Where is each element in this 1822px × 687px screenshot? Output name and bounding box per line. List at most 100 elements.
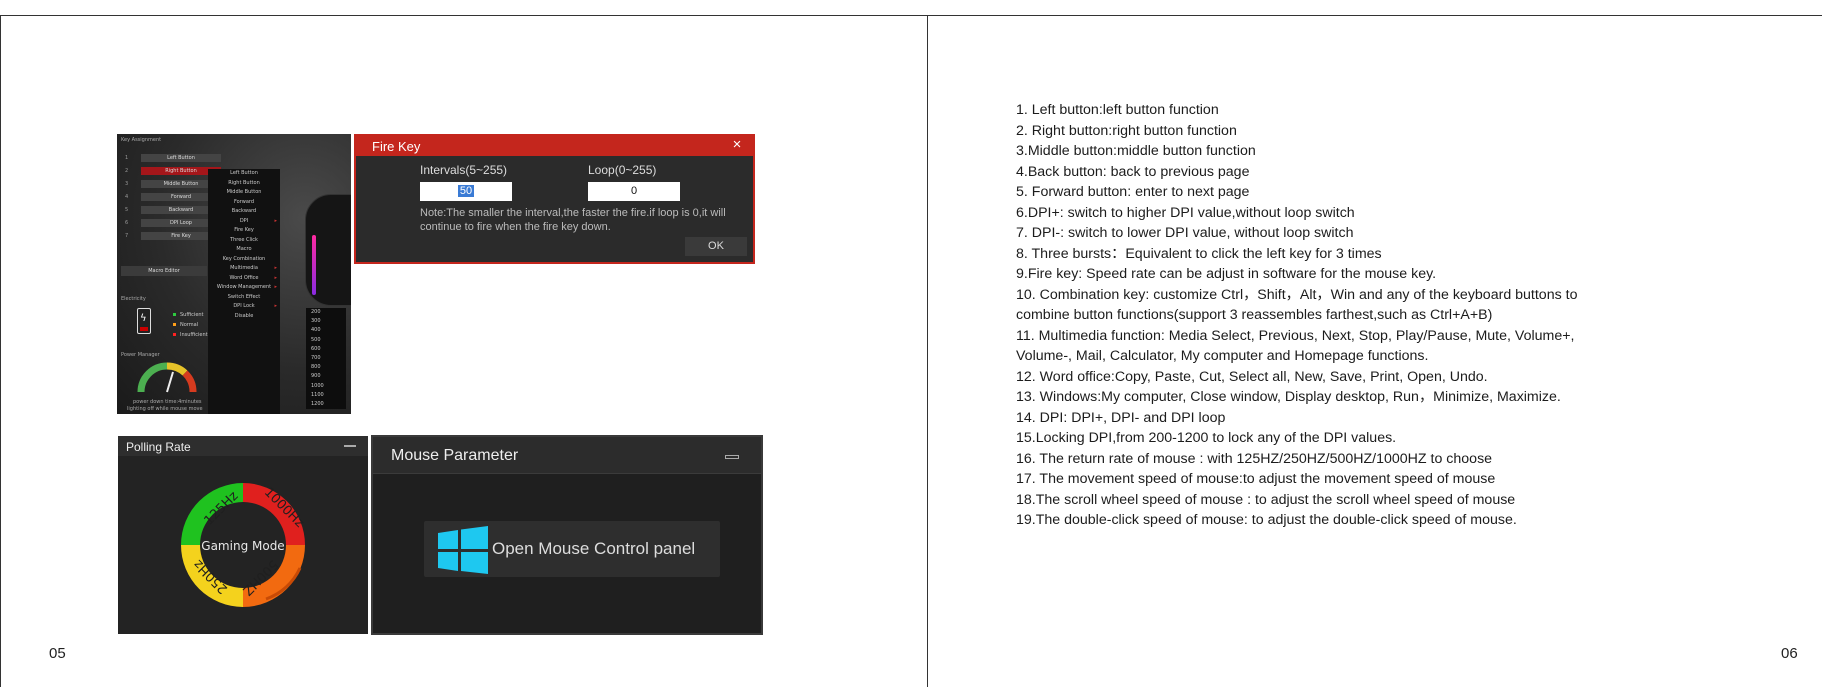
key-assignment-panel: Key Assignment 1 Left Button 2 Right But…: [117, 134, 351, 414]
menu-item[interactable]: DPI: [208, 217, 280, 227]
loop-input[interactable]: 0: [588, 182, 680, 201]
dpi-option[interactable]: 900: [306, 372, 346, 381]
windows-logo-icon: [438, 526, 488, 574]
key-row-number: 5: [125, 207, 129, 213]
mouse-parameter-panel: Mouse Parameter Open Mouse Control panel: [371, 435, 763, 635]
mouse-parameter-title: Mouse Parameter: [391, 447, 519, 464]
dpi-lock-submenu: 200 300 400 500 600 700 800 900 1000 110…: [306, 308, 346, 410]
function-line: 14. DPI: DPI+, DPI- and DPI loop: [1016, 409, 1226, 426]
intervals-input[interactable]: 50: [420, 182, 512, 201]
dpi-option[interactable]: 800: [306, 363, 346, 372]
function-line: 17. The movement speed of mouse:to adjus…: [1016, 471, 1496, 487]
function-line: 5. Forward button: enter to next page: [1016, 184, 1250, 200]
function-line: 9.Fire key: Speed rate can be adjust in …: [1016, 266, 1437, 282]
page-number-right: 06: [1781, 645, 1798, 662]
mouse-image: [305, 194, 351, 306]
assignment-menu: Left Button Right Button Middle Button F…: [208, 169, 280, 414]
battery-legend-normal: Normal: [173, 322, 198, 328]
function-line: 6.DPI+: switch to higher DPI value,witho…: [1016, 204, 1355, 221]
menu-item[interactable]: Three Click: [208, 236, 280, 246]
function-line: 2. Right button:right button function: [1016, 122, 1237, 139]
menu-item[interactable]: Window Management: [208, 283, 280, 293]
menu-item[interactable]: Word Office: [208, 274, 280, 284]
ok-button[interactable]: OK: [685, 237, 747, 256]
open-mouse-control-panel-button[interactable]: Open Mouse Control panel: [424, 521, 720, 577]
menu-item[interactable]: Key Combination: [208, 255, 280, 265]
function-line: 19.The double-click speed of mouse: to a…: [1016, 512, 1517, 528]
power-manager-title: Power Manager: [121, 352, 160, 358]
function-line: 16. The return rate of mouse : with 125H…: [1016, 450, 1493, 467]
key-row-button[interactable]: Left Button: [141, 154, 221, 162]
menu-item[interactable]: Left Button: [208, 169, 280, 179]
page-border-left: [0, 15, 1, 687]
loop-label: Loop(0~255): [588, 163, 657, 177]
function-line: 7. DPI-: switch to lower DPI value, with…: [1016, 225, 1354, 241]
menu-item[interactable]: Middle Button: [208, 188, 280, 198]
menu-item[interactable]: Fire Key: [208, 226, 280, 236]
menu-item[interactable]: Backward: [208, 207, 280, 217]
mouse-parameter-header: Mouse Parameter: [373, 437, 761, 474]
key-row-number: 3: [125, 181, 129, 187]
page-border-top: [0, 15, 1822, 16]
dpi-option[interactable]: 1200: [306, 400, 346, 409]
center-label: Gaming Mode: [201, 539, 284, 553]
polling-rate-dial: 125Hz 1000Hz 500HZ 250Hz Gaming Mode: [181, 483, 307, 607]
function-line: combine button functions(support 3 reass…: [1016, 307, 1493, 323]
key-row-1[interactable]: 1 Left Button: [121, 154, 231, 163]
page-number-left: 05: [49, 645, 66, 662]
dpi-option[interactable]: 500: [306, 336, 346, 345]
key-row-number: 1: [125, 155, 129, 161]
function-line: 12. Word office:Copy, Paste, Cut, Select…: [1016, 368, 1488, 385]
menu-item[interactable]: DPI Lock: [208, 302, 280, 312]
battery-legend-sufficient: Sufficient: [173, 312, 204, 318]
dpi-option[interactable]: 400: [306, 326, 346, 335]
function-line: 18.The scroll wheel speed of mouse : to …: [1016, 491, 1516, 508]
function-line: 8. Three bursts：Equivalent to click the …: [1016, 245, 1382, 262]
menu-item[interactable]: Forward: [208, 198, 280, 208]
menu-item[interactable]: Macro: [208, 245, 280, 255]
page-divider: [927, 15, 928, 687]
lighting-off-label[interactable]: lighting off while mouse move: [127, 406, 203, 412]
key-row-number: 2: [125, 168, 129, 174]
intervals-label: Intervals(5~255): [420, 163, 508, 177]
function-line: 13. Windows:My computer, Close window, D…: [1016, 389, 1561, 405]
macro-editor-button[interactable]: Macro Editor: [121, 266, 207, 276]
battery-icon: ϟ: [137, 308, 151, 334]
function-line: 3.Middle button:middle button function: [1016, 143, 1256, 159]
dialog-title-bar: Fire Key ×: [356, 136, 753, 156]
power-down-label: power down time:4minutes: [133, 399, 202, 405]
minimize-icon[interactable]: [725, 455, 739, 459]
open-mouse-control-panel-label: Open Mouse Control panel: [492, 539, 696, 558]
function-line: 15.Locking DPI,from 200-1200 to lock any…: [1016, 430, 1397, 446]
dpi-option[interactable]: 700: [306, 354, 346, 363]
function-line: 10. Combination key: customize Ctrl，Shif…: [1016, 286, 1578, 303]
menu-item[interactable]: Disable: [208, 312, 280, 322]
function-line: Volume-, Mail, Calculator, My computer a…: [1016, 348, 1429, 364]
dialog-title: Fire Key: [372, 139, 421, 154]
power-gauge: [137, 362, 197, 394]
function-line: 1. Left button:left button function: [1016, 102, 1219, 118]
dpi-option[interactable]: 1100: [306, 391, 346, 400]
polling-rate-title: Polling Rate: [126, 440, 191, 454]
close-icon[interactable]: ×: [729, 137, 745, 153]
menu-item[interactable]: Switch Effect: [208, 293, 280, 303]
key-row-number: 7: [125, 233, 129, 239]
dpi-option[interactable]: 300: [306, 317, 346, 326]
function-line: 4.Back button: back to previous page: [1016, 163, 1250, 180]
dpi-option[interactable]: 200: [306, 308, 346, 317]
key-row-number: 4: [125, 194, 129, 200]
dpi-option[interactable]: 600: [306, 345, 346, 354]
function-list: 1. Left button:left button function 2. R…: [1016, 100, 1736, 531]
key-assignment-title: Key Assignment: [121, 137, 162, 143]
fire-key-dialog: Fire Key × Intervals(5~255) 50 Loop(0~25…: [354, 134, 755, 264]
fire-key-note: Note:The smaller the interval,the faster…: [420, 207, 726, 233]
dpi-option[interactable]: 1000: [306, 382, 346, 391]
menu-item[interactable]: Multimedia: [208, 264, 280, 274]
function-line: 11. Multimedia function: Media Select, P…: [1016, 327, 1575, 344]
minimize-icon[interactable]: [344, 445, 356, 447]
electricity-title: Electricity: [121, 296, 146, 302]
key-row-number: 6: [125, 220, 129, 226]
menu-item[interactable]: Right Button: [208, 179, 280, 189]
polling-rate-header: Polling Rate: [118, 436, 368, 456]
polling-rate-panel: Polling Rate 125Hz 1000Hz 500HZ 250Hz Ga…: [118, 436, 368, 634]
